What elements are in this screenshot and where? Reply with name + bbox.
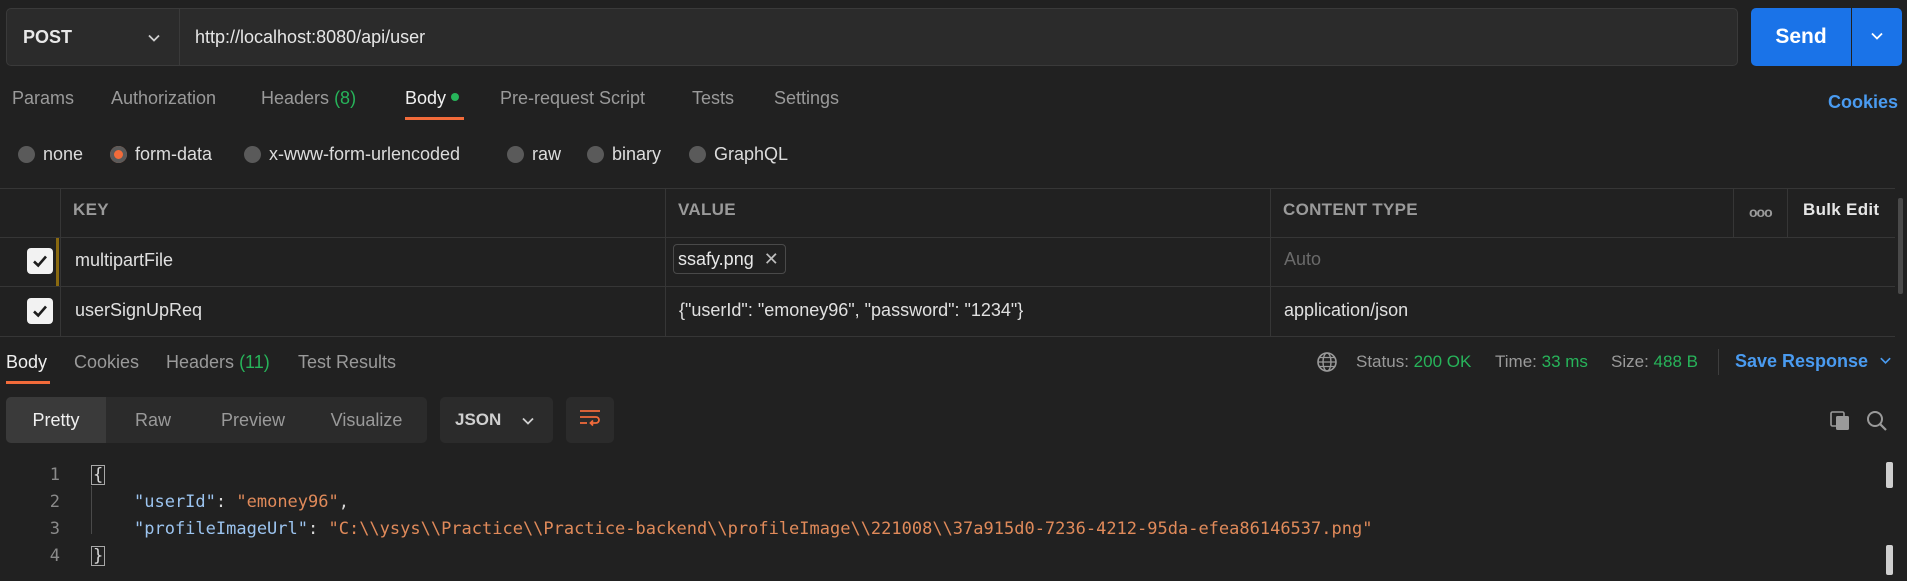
radio-raw[interactable]: raw [507,144,561,165]
radio-circle [18,146,35,163]
column-divider [1787,188,1788,237]
radio-none[interactable]: none [18,144,83,165]
chevron-down-icon [1870,27,1884,48]
tab-settings[interactable]: Settings [774,88,839,109]
chevron-down-icon [147,29,161,50]
save-response-button[interactable]: Save Response [1735,351,1892,372]
divider [1718,349,1719,375]
code-line: "userId": "emoney96", [134,492,349,512]
view-mode-visualize[interactable]: Visualize [306,397,427,443]
chevron-down-icon [521,413,535,433]
response-tab-headers[interactable]: Headers (11) [166,352,270,373]
row-value[interactable]: {"userId": "emoney96", "password": "1234… [679,300,1023,321]
globe-icon[interactable] [1316,351,1338,378]
wrap-lines-button[interactable] [566,397,614,443]
open-brace: { [91,465,106,485]
url-text: http://localhost:8080/api/user [195,26,426,47]
chevron-down-icon [1879,351,1892,371]
radio-circle [507,146,524,163]
table-border [0,286,1895,287]
column-header-key: KEY [73,200,109,219]
tab-pre-request-script[interactable]: Pre-request Script [500,88,645,109]
check-icon [33,305,47,318]
table-scrollbar[interactable] [1898,198,1903,294]
url-input[interactable]: http://localhost:8080/api/user [180,8,1738,66]
active-tab-indicator [405,117,464,120]
close-brace: } [91,546,106,566]
send-options-button[interactable] [1852,8,1902,66]
line-number: 1 [49,465,60,485]
view-mode-pretty[interactable]: Pretty [6,397,106,443]
code-scrollbar-thumb[interactable] [1886,545,1893,575]
method-select[interactable]: POST [6,8,180,66]
table-border [0,188,1895,189]
content-type-placeholder[interactable]: Auto [1284,249,1321,270]
code-line: } [91,546,106,566]
code-line: "profileImageUrl": "C:\\ysys\\Practice\\… [134,519,1373,539]
table-border [0,237,1895,238]
tab-headers[interactable]: Headers (8) [261,88,356,109]
table-border [0,336,1895,337]
radio-circle [689,146,706,163]
line-number: 2 [49,492,60,512]
response-status: Status: 200 OK [1356,352,1472,371]
row-content-type[interactable]: application/json [1284,300,1408,321]
indent-guide [91,486,92,534]
response-headers-count: (11) [239,352,270,372]
send-button[interactable]: Send [1751,8,1851,66]
check-icon [33,255,47,268]
column-header-content-type: CONTENT TYPE [1283,200,1418,219]
tab-authorization[interactable]: Authorization [111,88,216,109]
more-options-icon[interactable]: ooo [1749,204,1773,220]
bulk-edit-button[interactable]: Bulk Edit [1803,200,1879,220]
radio-circle-selected [110,146,127,163]
response-tab-indicator [6,381,50,384]
radio-binary[interactable]: binary [587,144,661,165]
tab-params[interactable]: Params [12,88,74,109]
radio-circle [244,146,261,163]
column-header-value: VALUE [678,200,736,219]
code-scrollbar-thumb[interactable] [1886,462,1893,488]
radio-graphql[interactable]: GraphQL [689,144,788,165]
view-mode-raw[interactable]: Raw [106,397,200,443]
radio-form-data[interactable]: form-data [110,144,212,165]
line-number: 3 [49,519,60,539]
cookies-link[interactable]: Cookies [1828,92,1898,113]
drag-handle[interactable] [56,238,59,286]
file-chip[interactable]: ssafy.png ✕ [673,244,786,274]
headers-count: (8) [334,88,357,108]
row-checkbox[interactable] [27,298,53,324]
column-divider [1733,188,1734,237]
tab-body[interactable]: Body [405,88,460,109]
copy-icon[interactable] [1828,409,1852,438]
line-number: 4 [49,546,60,566]
row-key[interactable]: multipartFile [75,250,173,271]
view-mode-preview[interactable]: Preview [200,397,306,443]
wrap-lines-icon [578,408,602,433]
column-divider [1270,188,1271,336]
row-key[interactable]: userSignUpReq [75,300,202,321]
request-tabs: Params Authorization Headers (8) Body Pr… [0,88,1907,118]
column-divider [665,188,666,336]
row-checkbox[interactable] [27,248,53,274]
view-mode-toggle: Pretty Raw Preview Visualize [6,397,427,443]
response-tab-body[interactable]: Body [6,352,47,373]
file-name: ssafy.png [678,248,754,269]
response-tab-test-results[interactable]: Test Results [298,352,396,373]
body-modified-dot [451,93,460,101]
search-icon[interactable] [1865,409,1889,438]
tab-tests[interactable]: Tests [692,88,734,109]
radio-x-www-form-urlencoded[interactable]: x-www-form-urlencoded [244,144,460,165]
code-line: { [91,465,106,485]
response-tab-cookies[interactable]: Cookies [74,352,139,373]
response-time: Time: 33 ms [1495,352,1588,371]
format-label: JSON [455,410,502,429]
format-select[interactable]: JSON [440,397,553,443]
radio-circle [587,146,604,163]
method-label: POST [23,26,73,47]
column-divider [60,188,61,336]
response-size: Size: 488 B [1611,352,1698,371]
remove-file-icon[interactable]: ✕ [764,249,779,270]
